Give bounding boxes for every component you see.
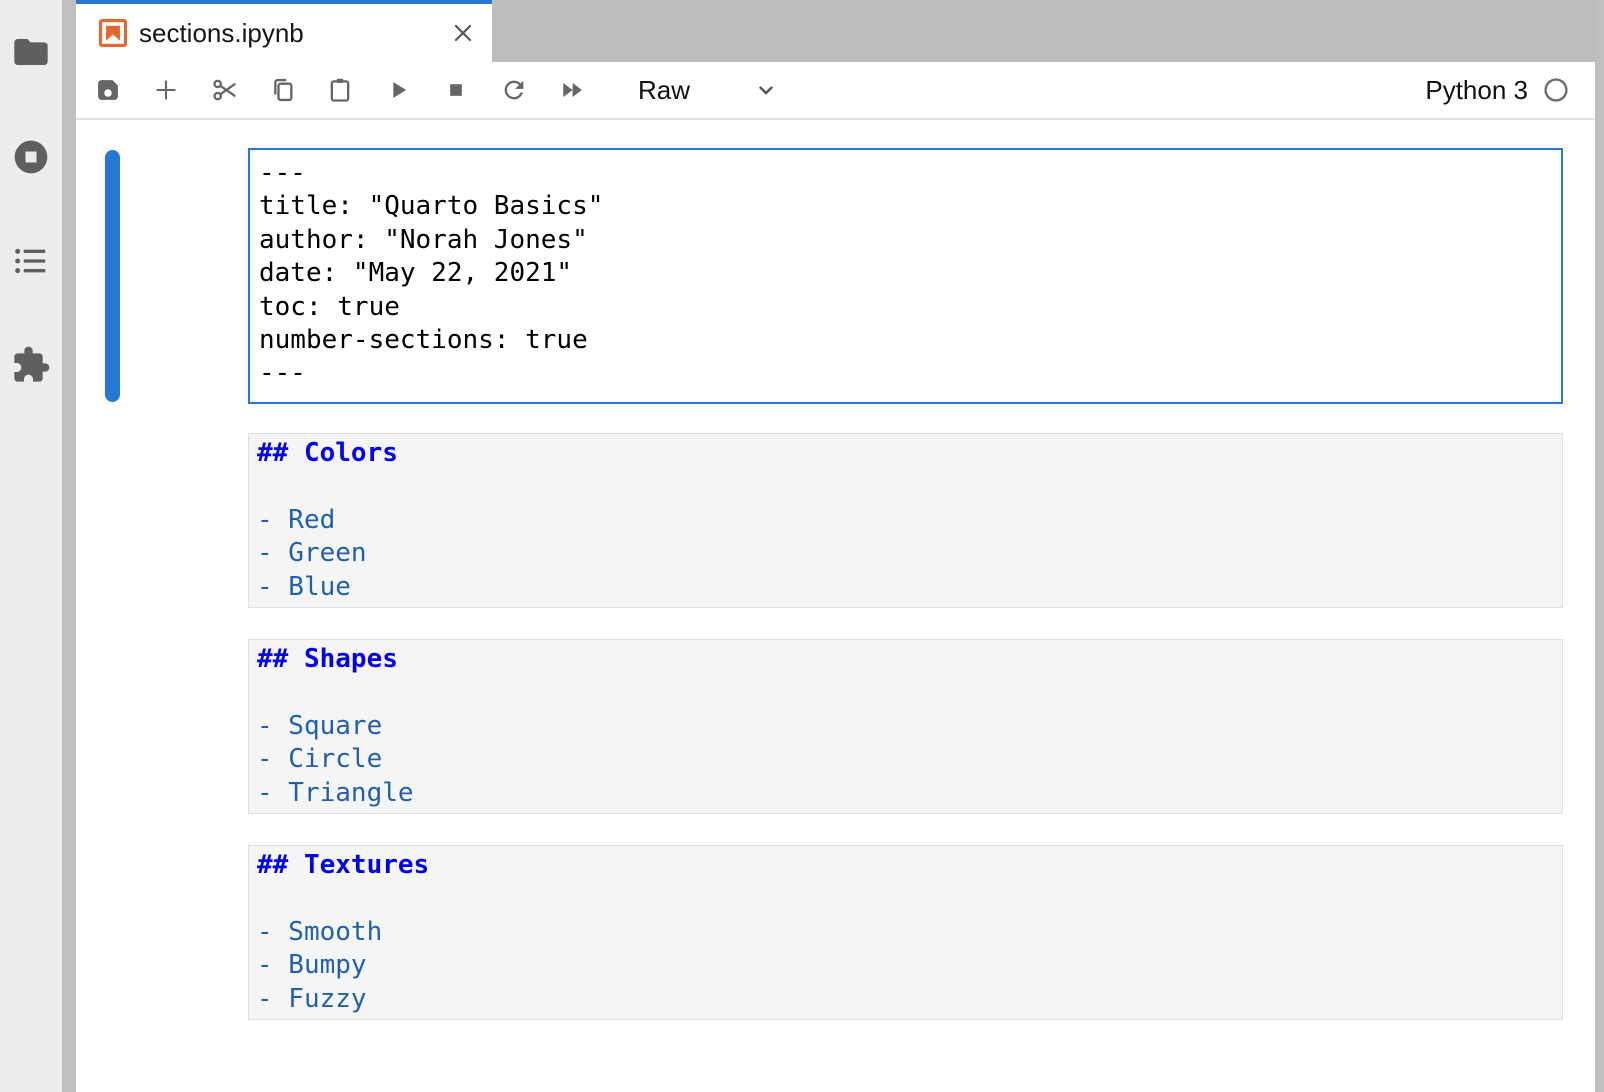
tab-title: sections.ipynb (139, 18, 448, 49)
sidebar-divider (62, 0, 76, 1092)
clipboard-icon (326, 76, 354, 104)
raw-cell-line: --- (259, 157, 1561, 190)
tab-close-button[interactable] (448, 18, 478, 48)
scissors-icon (210, 76, 238, 104)
restart-kernel-button[interactable] (500, 76, 528, 104)
blank-line (257, 470, 1562, 503)
restart-run-all-button[interactable] (558, 76, 586, 104)
markdown-list-item: - Green (257, 537, 1562, 570)
interrupt-kernel-button[interactable] (442, 76, 470, 104)
plus-icon (152, 76, 180, 104)
markdown-list-item: - Triangle (257, 777, 1562, 810)
raw-cell-line: title: "Quarto Basics" (259, 190, 1561, 223)
kernel-status-button[interactable] (1543, 77, 1569, 103)
copy-cells-button[interactable] (268, 76, 296, 104)
save-button[interactable] (94, 76, 122, 104)
markdown-cell-shapes[interactable]: ## Shapes - Square - Circle - Triangle (248, 639, 1563, 814)
cell-type-value: Raw (638, 75, 690, 106)
cell-collapser[interactable] (105, 150, 120, 402)
sidebar-item-running-sessions[interactable] (11, 137, 51, 177)
blank-line (257, 676, 1562, 709)
left-sidebar (0, 0, 62, 1092)
fast-forward-icon (558, 76, 586, 104)
sidebar-item-table-of-contents[interactable] (11, 241, 51, 281)
tab-sections-ipynb[interactable]: sections.ipynb (76, 0, 492, 62)
markdown-list-item: - Red (257, 504, 1562, 537)
markdown-list-item: - Fuzzy (257, 983, 1562, 1016)
save-icon (94, 76, 122, 104)
folder-icon (11, 32, 51, 72)
markdown-heading: ## Textures (257, 849, 1562, 882)
close-icon (450, 20, 476, 46)
kernel-idle-circle-icon (1543, 77, 1569, 103)
main-dock-panel: sections.ipynb (76, 0, 1595, 1092)
raw-cell-editor[interactable]: --- title: "Quarto Basics" author: "Nora… (248, 148, 1563, 404)
paste-cells-button[interactable] (326, 76, 354, 104)
window-right-edge (1595, 0, 1604, 1092)
sidebar-item-file-browser[interactable] (11, 32, 51, 72)
notebook-toolbar: Raw Python 3 (76, 62, 1604, 120)
stop-icon (442, 76, 470, 104)
kernel-name: Python 3 (1425, 75, 1528, 106)
markdown-list-item: - Square (257, 710, 1562, 743)
jupyterlab-window: sections.ipynb (0, 0, 1604, 1092)
markdown-cell-textures[interactable]: ## Textures - Smooth - Bumpy - Fuzzy (248, 845, 1563, 1020)
play-icon (384, 76, 412, 104)
notebook-area: --- title: "Quarto Basics" author: "Nora… (76, 120, 1595, 1092)
markdown-list-item: - Blue (257, 571, 1562, 604)
markdown-heading: ## Colors (257, 437, 1562, 470)
raw-cell-line: number-sections: true (259, 324, 1561, 357)
markdown-heading: ## Shapes (257, 643, 1562, 676)
notebook-icon (96, 16, 130, 50)
copy-icon (268, 76, 296, 104)
markdown-list-item: - Bumpy (257, 949, 1562, 982)
insert-cell-button[interactable] (152, 76, 180, 104)
markdown-cell-colors[interactable]: ## Colors - Red - Green - Blue (248, 433, 1563, 608)
raw-cell-line: date: "May 22, 2021" (259, 257, 1561, 290)
raw-cell-line: author: "Norah Jones" (259, 224, 1561, 257)
markdown-list-item: - Circle (257, 743, 1562, 776)
tab-bar: sections.ipynb (76, 0, 1595, 62)
puzzle-icon (11, 345, 51, 385)
cell-type-selector[interactable]: Raw (638, 75, 780, 106)
run-cell-button[interactable] (384, 76, 412, 104)
markdown-list-item: - Smooth (257, 916, 1562, 949)
stop-circle-icon (11, 136, 51, 178)
kernel-indicator: Python 3 (1425, 75, 1569, 106)
blank-line (257, 882, 1562, 915)
raw-cell-line: toc: true (259, 291, 1561, 324)
raw-cell-line: --- (259, 357, 1561, 390)
cut-cells-button[interactable] (210, 76, 238, 104)
list-icon (11, 241, 51, 281)
sidebar-item-extensions[interactable] (11, 345, 51, 385)
chevron-down-icon (752, 76, 780, 104)
restart-icon (500, 76, 528, 104)
